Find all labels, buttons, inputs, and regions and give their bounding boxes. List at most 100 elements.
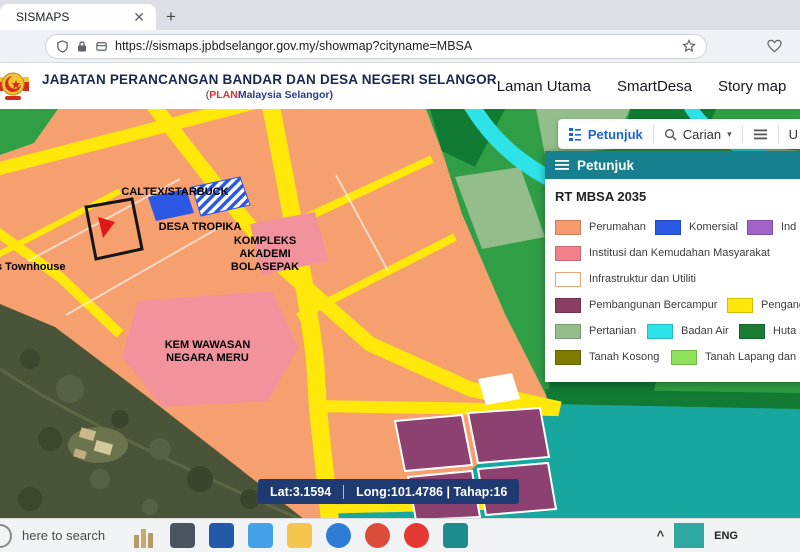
map-label-kem-line1: KEM WAWASAN — [135, 339, 280, 352]
legend-swatch — [739, 324, 765, 339]
browser-toolbar: https://sismaps.jpbdselangor.gov.my/show… — [0, 30, 800, 63]
collections-heart-icon[interactable] — [767, 39, 782, 53]
edge-browser-icon[interactable] — [326, 523, 351, 548]
status-latitude: Lat:3.1594 — [270, 485, 331, 499]
legend-row: Perumahan Komersial Ind — [555, 214, 800, 240]
legend-label: Institusi dan Kemudahan Masyarakat — [589, 247, 770, 259]
taskbar-search-text[interactable]: here to search — [22, 528, 105, 543]
legend-rows: Perumahan Komersial Ind Institusi dan Kemud… — [555, 214, 800, 370]
legend-item: Institusi dan Kemudahan Masyarakat — [555, 246, 800, 261]
petunjuk-toolbar-button[interactable]: Petunjuk — [558, 119, 653, 149]
map-label-kompleks-line2: AKADEMI — [205, 248, 325, 261]
site-header: Selangor JABATAN PERANCANGAN BANDAR DAN … — [0, 63, 800, 109]
tab-strip: SISMAPS ✕ + — [0, 0, 800, 30]
title-block: JABATAN PERANCANGAN BANDAR DAN DESA NEGE… — [42, 72, 497, 101]
legend-label: Komersial — [689, 221, 738, 233]
legend-label: Ind — [781, 221, 796, 233]
legend-label: Infrastruktur dan Utiliti — [589, 273, 696, 285]
map-viewport: CALTEX/STARBUCK DESA TROPIKA KOMPLEKS AK… — [0, 109, 800, 520]
new-tab-button[interactable]: + — [166, 8, 176, 25]
legend-swatch — [655, 220, 681, 235]
legend-label: Perumahan — [589, 221, 646, 233]
tray-chevron-up-icon[interactable]: ^ — [657, 528, 665, 543]
subtitle-plan: PLAN — [209, 89, 238, 101]
browser-tab[interactable]: SISMAPS ✕ — [0, 4, 156, 30]
status-longitude-zoom: Long:101.4786 | Tahap:16 — [356, 485, 507, 499]
legend-label: Pembangunan Bercampur — [589, 299, 717, 311]
site-badge-icon[interactable] — [95, 40, 108, 53]
more-toolbar-button[interactable]: U — [779, 119, 800, 149]
nav-story-map[interactable]: Story map — [718, 78, 786, 95]
main-nav: Laman Utama SmartDesa Story map | — [497, 78, 800, 95]
legend-plan-title: RT MBSA 2035 — [555, 189, 800, 204]
petunjuk-toolbar-label: Petunjuk — [588, 127, 643, 142]
windows-taskbar: here to search ^ ENG — [0, 518, 800, 552]
legend-panel-header[interactable]: Petunjuk — [545, 151, 800, 179]
tab-title: SISMAPS — [16, 10, 130, 24]
legend-swatch — [647, 324, 673, 339]
map-label-desa-tropika: DESA TROPIKA — [140, 221, 260, 234]
legend-body: RT MBSA 2035 Perumahan Komersial Ind Instit… — [545, 179, 800, 382]
site-subtitle: (PLANMalaysia Selangor) — [42, 89, 497, 101]
legend-label: Tanah Kosong — [589, 351, 659, 363]
map-label-townhouse: s Townhouse — [0, 261, 65, 274]
legend-label: Pengangk — [761, 299, 800, 311]
weather-tile[interactable] — [674, 523, 704, 548]
legend-header-title: Petunjuk — [577, 158, 634, 173]
bookmark-star-icon[interactable] — [682, 39, 696, 53]
nav-smartdesa[interactable]: SmartDesa — [617, 78, 692, 95]
legend-row: Infrastruktur dan Utiliti — [555, 266, 800, 292]
legend-item: Tanah Kosong — [555, 350, 671, 365]
more-toolbar-label: U — [789, 127, 798, 142]
mail-app-icon[interactable] — [209, 523, 234, 548]
legend-item: Ind — [747, 220, 800, 235]
legend-label: Tanah Lapang dan Re — [705, 351, 800, 363]
legend-header-icon — [555, 159, 569, 171]
store-app-icon[interactable] — [443, 523, 468, 548]
legend-item: Perumahan — [555, 220, 655, 235]
legend-label: Badan Air — [681, 325, 729, 337]
carian-search-button[interactable]: Carian ▾ — [654, 119, 742, 149]
nav-laman-utama[interactable]: Laman Utama — [497, 78, 591, 95]
legend-swatch — [747, 220, 773, 235]
legend-item: Tanah Lapang dan Re — [671, 350, 800, 365]
subtitle-rest: Malaysia Selangor) — [238, 89, 333, 101]
browser-window: SISMAPS ✕ + https://sismaps.jpbdselangor… — [0, 0, 800, 552]
task-view-icon[interactable] — [170, 523, 195, 548]
legend-item: Huta — [739, 324, 800, 339]
map-label-kem-wawasan: KEM WAWASAN NEGARA MERU — [135, 339, 280, 365]
map-label-caltex: CALTEX/STARBUCK — [100, 186, 250, 199]
map-label-kompleks-line3: BOLASEPAK — [205, 261, 325, 274]
legend-swatch — [555, 272, 581, 287]
tracking-shield-icon[interactable] — [56, 40, 69, 53]
legend-item: Badan Air — [647, 324, 739, 339]
legend-item: Pertanian — [555, 324, 647, 339]
monument-app-icon[interactable] — [131, 523, 156, 548]
taskbar-app-icons — [131, 523, 468, 548]
search-icon — [664, 128, 677, 141]
layers-icon — [753, 128, 768, 141]
map-label-kompleks: KOMPLEKS AKADEMI BOLASEPAK — [205, 235, 325, 274]
legend-list-icon — [568, 127, 582, 141]
legend-swatch — [555, 350, 581, 365]
photos-app-icon[interactable] — [248, 523, 273, 548]
opera-browser-icon[interactable] — [404, 523, 429, 548]
address-bar[interactable]: https://sismaps.jpbdselangor.gov.my/show… — [45, 34, 707, 59]
search-circle-icon[interactable] — [0, 524, 12, 548]
file-explorer-icon[interactable] — [287, 523, 312, 548]
map-label-kem-line2: NEGARA MERU — [135, 352, 280, 365]
site-title: JABATAN PERANCANGAN BANDAR DAN DESA NEGE… — [42, 72, 497, 87]
legend-item: Pengangk — [727, 298, 800, 313]
language-indicator[interactable]: ENG — [714, 530, 738, 542]
legend-row: Tanah Kosong Tanah Lapang dan Re — [555, 344, 800, 370]
chrome-browser-icon[interactable] — [365, 523, 390, 548]
legend-swatch — [555, 298, 581, 313]
layers-toolbar-button[interactable] — [743, 119, 778, 149]
carian-label: Carian — [683, 127, 721, 142]
legend-row: Pembangunan Bercampur Pengangk — [555, 292, 800, 318]
legend-swatch — [555, 324, 581, 339]
tab-close-icon[interactable]: ✕ — [130, 9, 148, 26]
lock-icon[interactable] — [76, 40, 88, 53]
legend-swatch — [555, 220, 581, 235]
legend-item: Infrastruktur dan Utiliti — [555, 272, 800, 287]
